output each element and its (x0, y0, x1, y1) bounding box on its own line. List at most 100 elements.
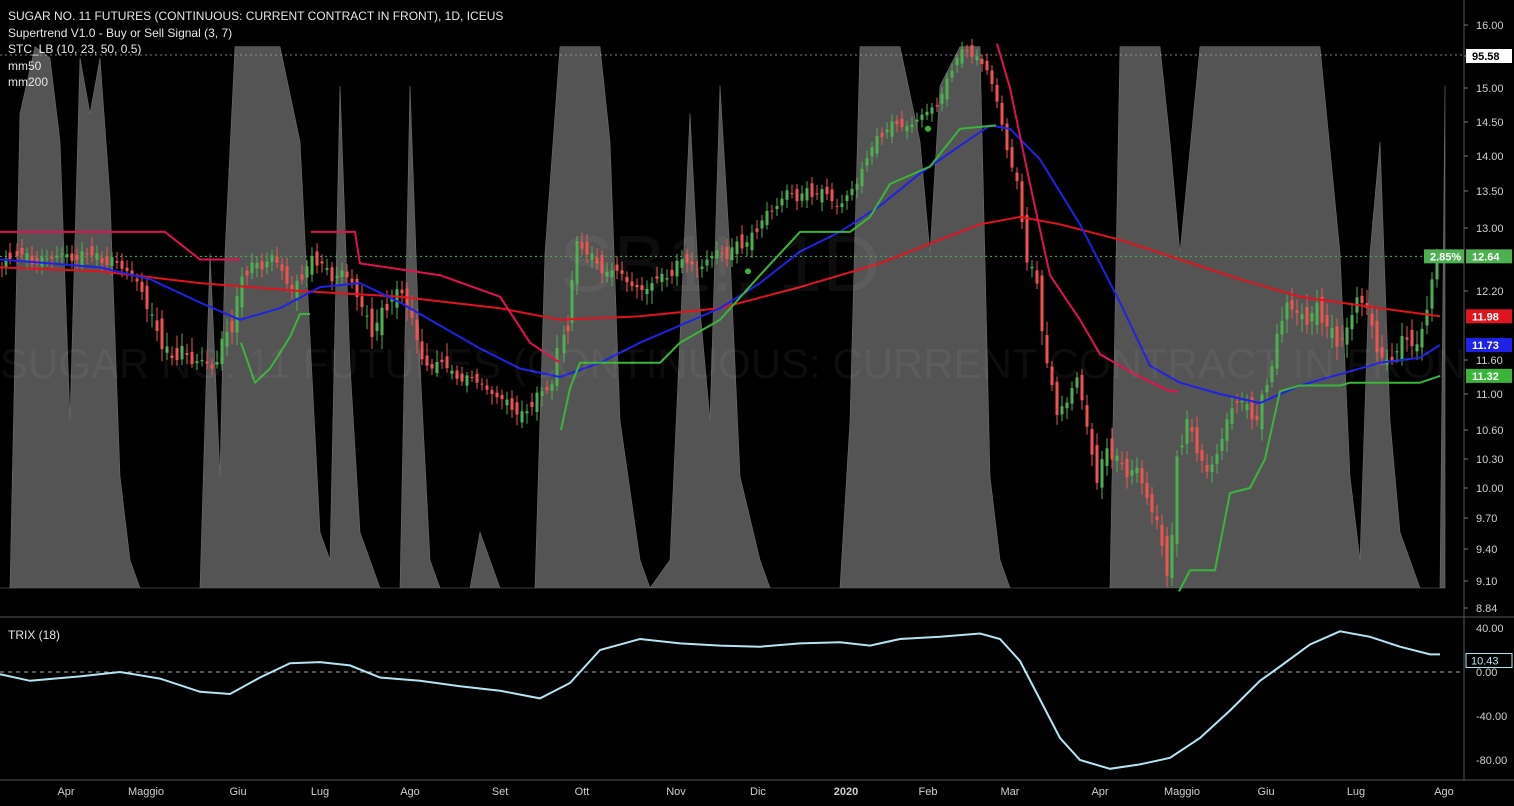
candle-body (1040, 275, 1044, 332)
price-tick-label: 10.60 (1476, 425, 1504, 437)
trix-tick-label: 40.00 (1476, 623, 1504, 635)
candle-body (995, 84, 999, 102)
price-label: 12.64 (1472, 251, 1500, 263)
candle-body (950, 70, 954, 78)
candle-body (1280, 320, 1284, 335)
price-label: 11.98 (1472, 311, 1499, 323)
candle-body (1095, 445, 1099, 483)
candle-body (1060, 406, 1064, 415)
time-tick-label: Ago (400, 786, 420, 798)
candle-body (295, 280, 299, 298)
candle-body (1195, 427, 1199, 454)
watermark-name: SUGAR NO. 11 FUTURES (CONTINUOUS: CURREN… (0, 340, 1464, 387)
candle-body (1310, 313, 1314, 322)
candle-body (1130, 470, 1134, 476)
candle-body (120, 260, 124, 269)
time-tick-label: Feb (919, 786, 938, 798)
time-tick-label: Maggio (128, 786, 164, 798)
candle-body (1120, 463, 1124, 465)
candle-body (105, 256, 109, 266)
time-tick-label: Set (492, 786, 509, 798)
price-tick-label: 10.30 (1476, 454, 1504, 466)
candle-body (1085, 405, 1089, 427)
candle-body (965, 50, 969, 52)
time-tick-label: Giu (1257, 786, 1274, 798)
candle-body (60, 253, 64, 255)
candle-body (990, 70, 994, 84)
time-tick-label: Ott (575, 786, 590, 798)
candle-body (90, 246, 94, 256)
price-tick-label: 9.10 (1476, 576, 1497, 588)
candle-body (910, 124, 914, 128)
candle-body (1185, 418, 1189, 444)
candle-body (300, 274, 304, 280)
candle-body (1210, 464, 1214, 473)
candle-body (235, 296, 239, 333)
candle-body (1255, 415, 1259, 421)
candle-body (240, 276, 244, 308)
candle-body (935, 105, 939, 107)
candle-body (1090, 429, 1094, 455)
price-tick-label: 10.00 (1476, 483, 1504, 495)
candle-body (1105, 448, 1109, 466)
candle-body (566, 325, 570, 332)
candle-body (155, 320, 159, 331)
candle-body (1200, 450, 1204, 462)
candle-body (70, 253, 74, 261)
candle-body (805, 188, 809, 201)
candle-body (1150, 494, 1154, 513)
candle-body (135, 278, 139, 282)
legend-mm200[interactable]: mm200 (8, 74, 503, 91)
candle-body (925, 111, 929, 116)
candle-body (315, 251, 319, 266)
candle-body (830, 189, 834, 202)
price-tick-label: 14.00 (1476, 151, 1504, 163)
time-tick-label: Lug (311, 786, 329, 798)
candle-body (380, 307, 384, 336)
candle-body (980, 58, 984, 65)
candle-body (1215, 454, 1219, 464)
time-tick-label: Mar (1001, 786, 1020, 798)
time-tick-label: Lug (1347, 786, 1365, 798)
candle-body (890, 121, 894, 137)
candle-body (1325, 314, 1329, 327)
candle-body (260, 261, 264, 270)
candle-body (1350, 315, 1354, 330)
time-tick-label: Apr (57, 786, 74, 798)
legend-supertrend[interactable]: Supertrend V1.0 - Buy or Sell Signal (3,… (8, 25, 503, 42)
trix-tick-label: -80.00 (1476, 755, 1507, 767)
candle-body (960, 49, 964, 64)
candle-body (65, 254, 69, 258)
candle-body (770, 210, 774, 212)
trading-chart[interactable]: 16.0015.5015.0014.5014.0013.5013.0012.20… (0, 0, 1514, 806)
candle-body (360, 296, 364, 308)
candle-body (1145, 482, 1149, 499)
candle-body (280, 264, 284, 271)
candle-body (1170, 534, 1174, 579)
candle-body (1285, 302, 1289, 320)
candle-body (790, 193, 794, 195)
price-tick-label: 8.84 (1476, 603, 1497, 615)
candle-body (900, 118, 904, 128)
candle-body (365, 315, 369, 317)
price-tick-label: 11.00 (1476, 389, 1503, 401)
legend-title[interactable]: SUGAR NO. 11 FUTURES (CONTINUOUS: CURREN… (8, 8, 503, 25)
candle-body (1330, 327, 1334, 338)
candle-body (1165, 536, 1169, 576)
legend-mm50[interactable]: mm50 (8, 58, 503, 75)
trix-line (0, 630, 1440, 770)
price-tick-label: 15.00 (1476, 83, 1504, 95)
candle-body (310, 255, 314, 275)
candle-body (920, 114, 924, 120)
trix-tick-label: 0.00 (1476, 667, 1497, 679)
candle-body (1425, 309, 1429, 326)
candle-body (865, 158, 869, 166)
legend-stc[interactable]: STC_LB (10, 23, 50, 0.5) (8, 41, 503, 58)
price-label: 11.32 (1472, 371, 1499, 383)
candle-body (1260, 394, 1264, 430)
candle-body (945, 78, 949, 100)
candle-body (230, 320, 234, 333)
candle-body (800, 193, 804, 201)
trix-pane-label[interactable]: TRIX (18) (8, 628, 60, 642)
price-tick-label: 9.40 (1476, 544, 1497, 556)
